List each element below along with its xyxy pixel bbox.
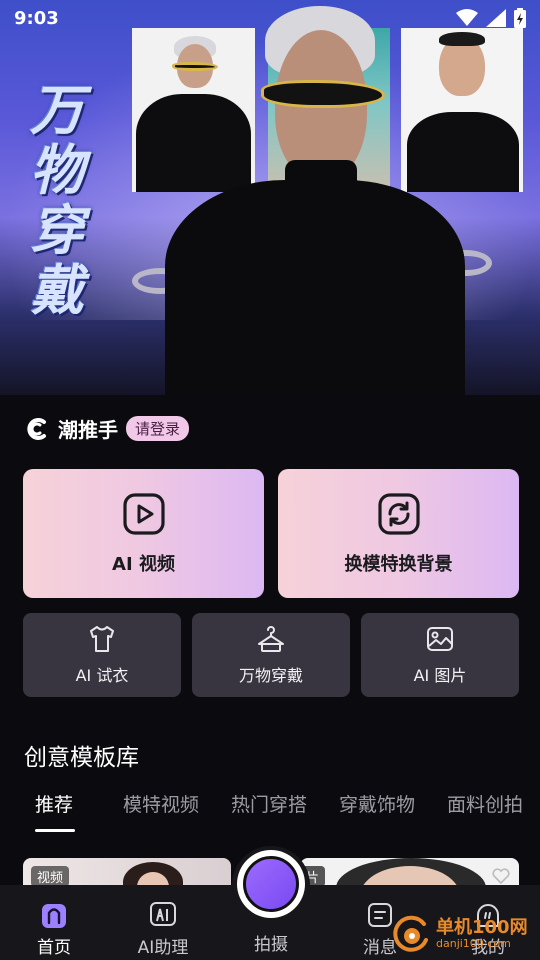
tab-model-video[interactable]: 模特视频 (123, 790, 199, 817)
brand-name: 潮推手 (58, 418, 118, 442)
shoot-button[interactable] (237, 850, 305, 918)
swap-model-bg-card[interactable]: 换模特换背景 (278, 469, 519, 598)
brand-row: 潮推手 请登录 (24, 414, 190, 443)
hero-title-char: 万 (30, 78, 84, 142)
nav-home[interactable]: 首页 (14, 901, 94, 958)
nav-ai-assistant[interactable]: AI助理 (123, 901, 203, 958)
tab-accessories[interactable]: 穿戴饰物 (339, 790, 415, 817)
home-icon (42, 904, 66, 928)
watermark-logo-icon (393, 915, 428, 952)
active-tab-indicator (35, 829, 75, 832)
hero-model-figure (165, 0, 465, 395)
app-logo-icon (27, 417, 46, 440)
status-icons (456, 8, 526, 28)
hero-title-char: 戴 (30, 258, 84, 322)
shoot-icon (243, 856, 299, 912)
image-icon (427, 627, 453, 651)
ai-assistant-icon (150, 902, 176, 926)
tab-fabric-shoot[interactable]: 面料创拍 (447, 790, 523, 817)
ai-image-card[interactable]: AI 图片 (361, 613, 519, 697)
hero-title: 万 物 穿 戴 (22, 80, 92, 320)
video-play-icon (122, 492, 165, 535)
hero-title-char: 穿 (30, 198, 84, 262)
nav-shoot[interactable]: 拍摄 (231, 930, 311, 955)
section-title: 创意模板库 (24, 745, 139, 771)
watermark-text: 单机100网 danji100.com (436, 916, 528, 950)
nav-home-label: 首页 (37, 938, 71, 958)
nav-shoot-label: 拍摄 (254, 935, 288, 955)
battery-icon (514, 8, 526, 28)
watermark-line2: danji100.com (436, 936, 511, 950)
heart-icon[interactable] (492, 868, 510, 884)
tab-recommended[interactable]: 推荐 (35, 790, 73, 817)
tab-hot-outfits[interactable]: 热门穿搭 (231, 790, 307, 817)
wear-anything-label: 万物穿戴 (238, 666, 303, 685)
watermark: 单机100网 danji100.com (392, 914, 528, 954)
message-icon (368, 903, 392, 927)
shirt-icon (90, 626, 114, 652)
signal-icon (486, 9, 506, 27)
wear-anything-card[interactable]: 万物穿戴 (192, 613, 350, 697)
ai-video-card[interactable]: AI 视频 (23, 469, 264, 598)
watermark-line1: 单机100网 (436, 916, 528, 938)
wifi-icon (456, 9, 478, 26)
ai-tryon-card[interactable]: AI 试衣 (23, 613, 181, 697)
swap-refresh-icon (377, 492, 420, 535)
swap-model-bg-label: 换模特换背景 (344, 553, 453, 575)
nav-ai-assistant-label: AI助理 (137, 938, 189, 958)
status-time: 9:03 (14, 7, 59, 29)
hero-banner[interactable]: 万 物 穿 戴 (0, 0, 540, 395)
template-tabs: 推荐 模特视频 热门穿搭 穿戴饰物 面料创拍 (0, 786, 540, 826)
app-screen: 万 物 穿 戴 9:03 潮推手 请登录 AI 视频 换模特换背景 AI 试衣 … (0, 0, 540, 960)
hanger-icon (258, 626, 284, 652)
login-button[interactable]: 请登录 (126, 416, 190, 441)
video-badge: 视频 (31, 866, 70, 887)
hero-title-char: 物 (30, 138, 84, 202)
status-bar: 9:03 (0, 0, 540, 36)
ai-tryon-label: AI 试衣 (75, 666, 129, 685)
ai-image-label: AI 图片 (413, 666, 467, 685)
ai-video-label: AI 视频 (112, 553, 175, 575)
